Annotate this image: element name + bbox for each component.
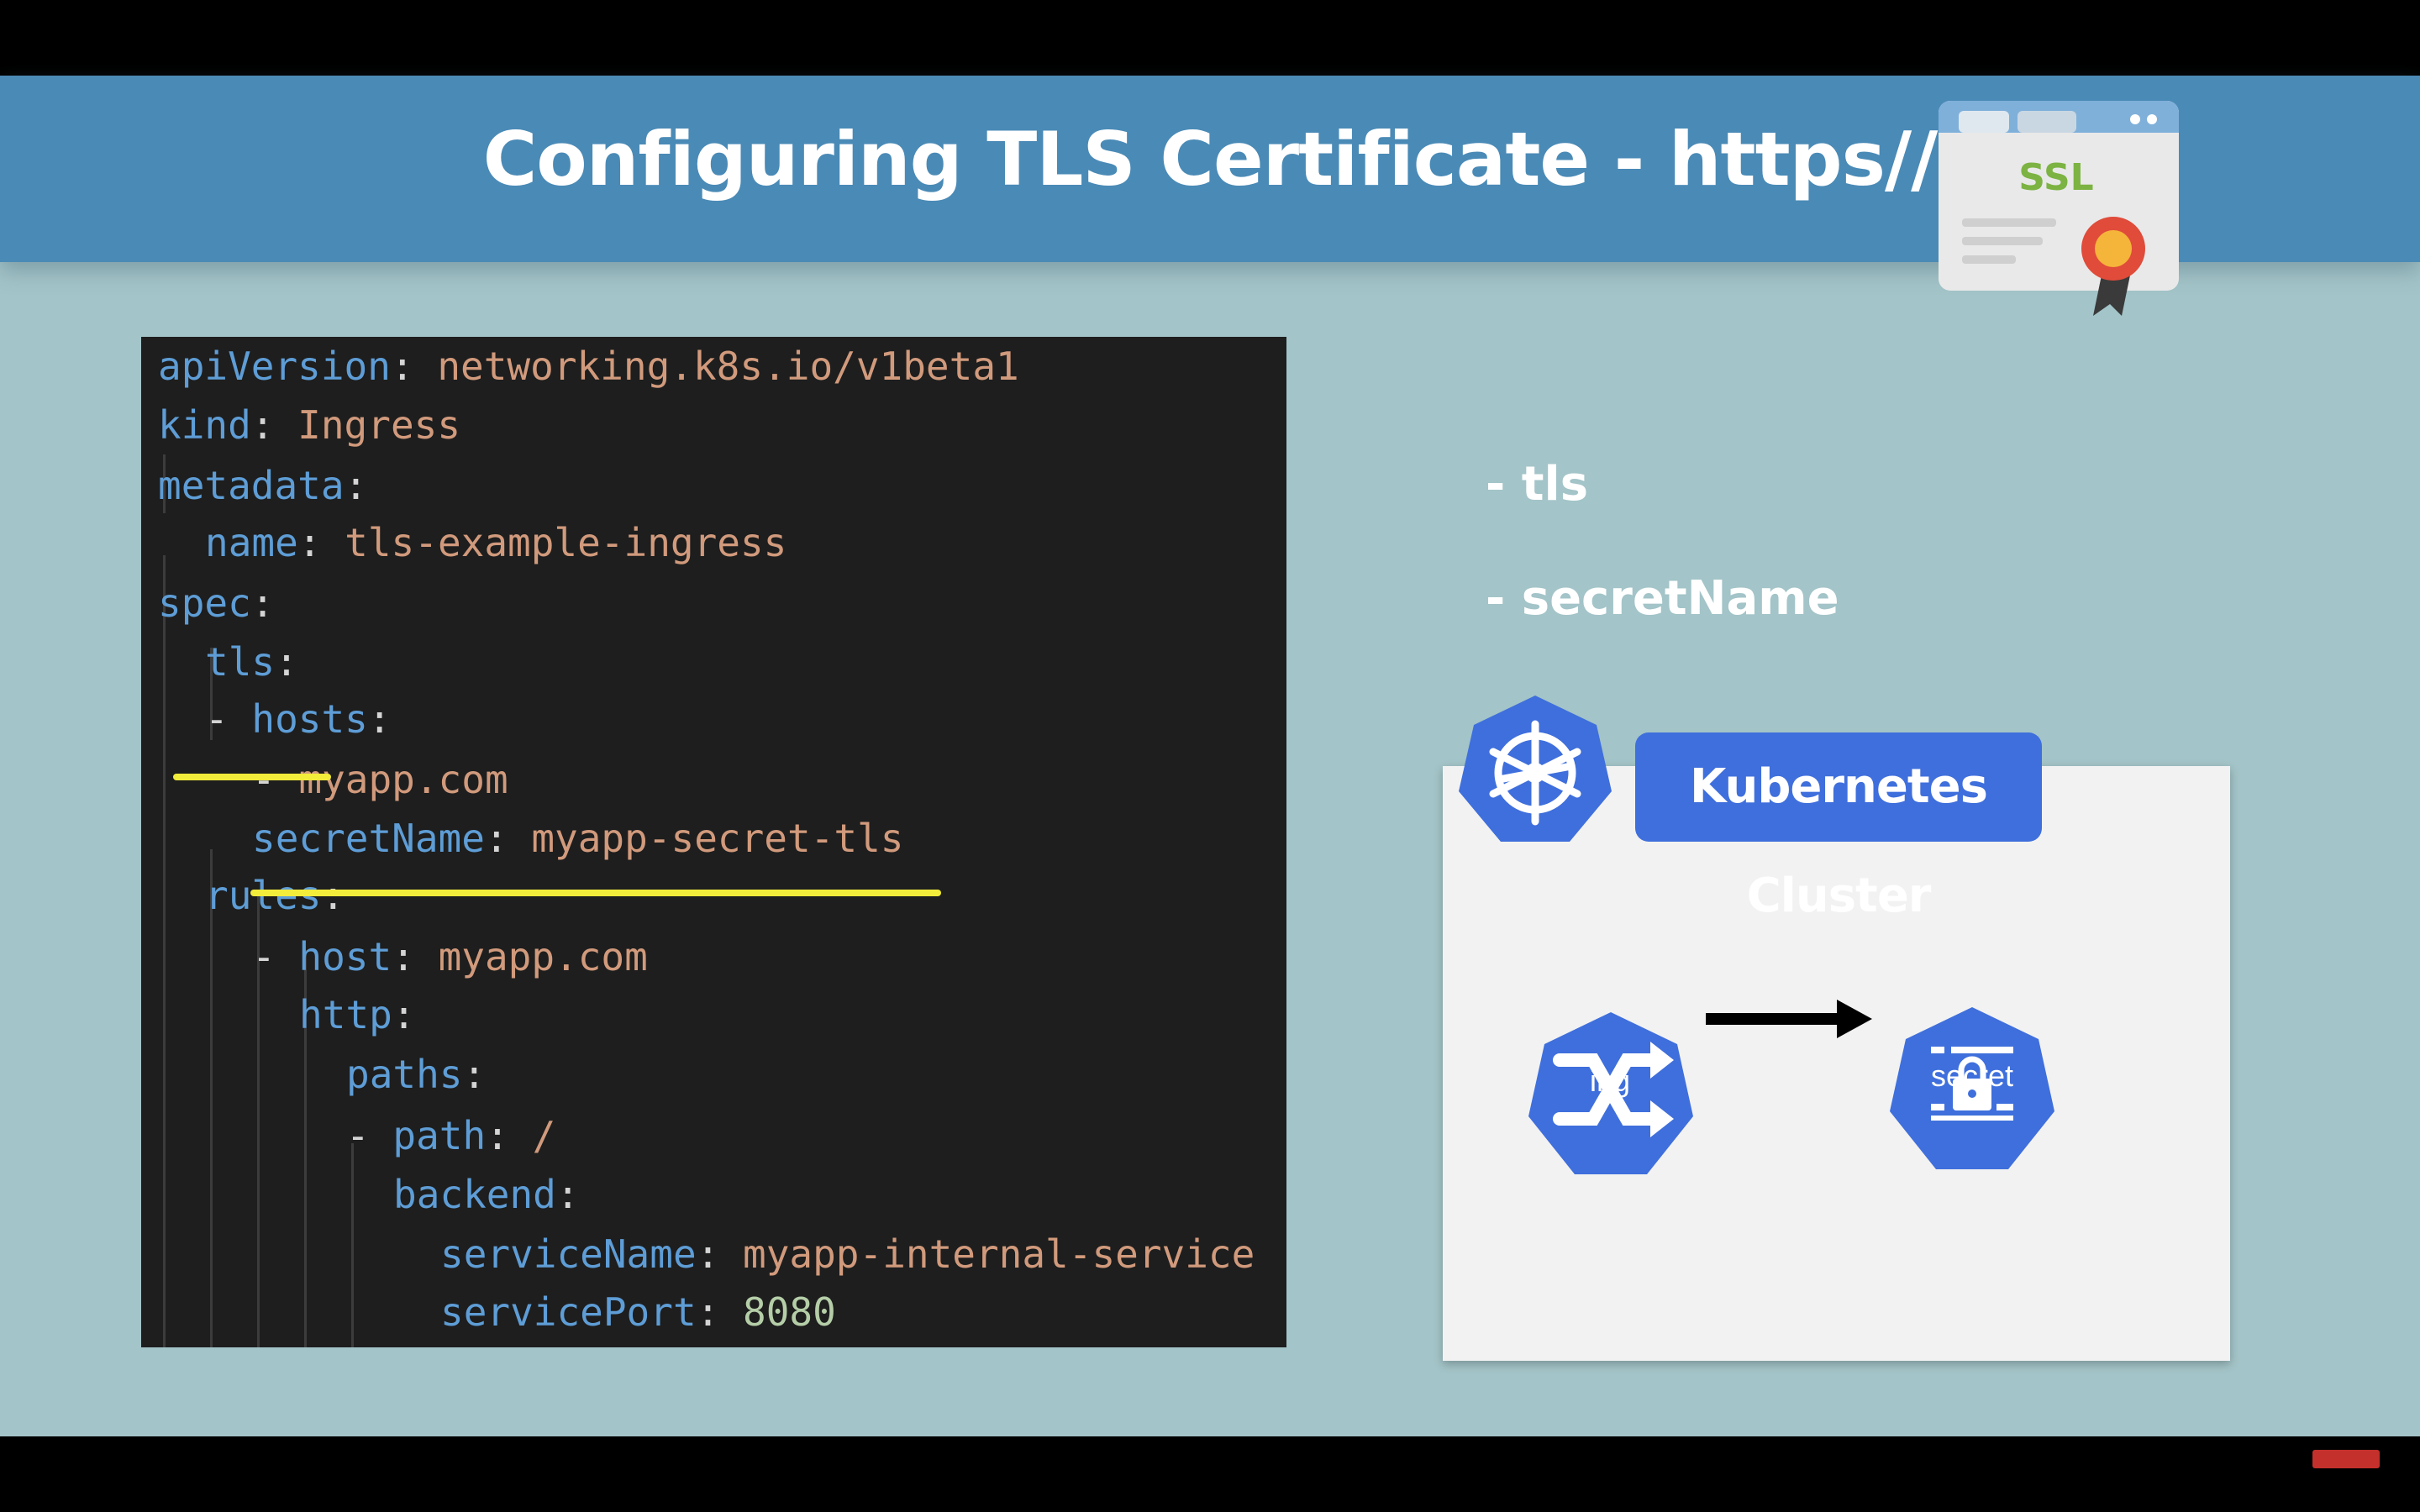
yaml-line: serviceName: myapp-internal-service bbox=[440, 1231, 1255, 1277]
yaml-line: - hosts: bbox=[205, 696, 392, 742]
yaml-line: - path: / bbox=[346, 1113, 556, 1158]
cluster-label: Kubernetes Cluster bbox=[1635, 732, 2042, 923]
arrow-right-icon bbox=[1706, 1000, 1872, 1038]
yaml-line: backend: bbox=[393, 1172, 580, 1217]
secretname-highlight-underline bbox=[250, 890, 941, 896]
tls-highlight-underline bbox=[173, 774, 331, 780]
ingress-label: ing bbox=[1589, 1063, 1631, 1098]
yaml-line: name: tls-example-ingress bbox=[205, 520, 787, 565]
kubernetes-helm-icon bbox=[1459, 696, 1612, 842]
yaml-line: paths: bbox=[346, 1052, 487, 1097]
slide: Configuring TLS Certificate - https// SS… bbox=[0, 76, 2420, 1436]
yaml-line: spec: bbox=[158, 580, 275, 626]
yaml-line: - host: myapp.com bbox=[252, 934, 648, 979]
yaml-line-tls: tls: bbox=[205, 639, 298, 685]
yaml-line: kind: Ingress bbox=[158, 402, 461, 448]
yaml-line: http: bbox=[299, 992, 416, 1037]
yaml-line-secretname: secretName: myapp-secret-tls bbox=[252, 816, 904, 861]
bullet-secretname: - secretName bbox=[1486, 571, 1839, 626]
ssl-certificate-icon: SSL bbox=[1937, 99, 2181, 318]
subscribe-button[interactable] bbox=[2312, 1450, 2380, 1468]
yaml-line: apiVersion: networking.k8s.io/v1beta1 bbox=[158, 344, 1019, 389]
yaml-line: servicePort: 8080 bbox=[440, 1289, 836, 1335]
ssl-badge-text: SSL bbox=[2018, 156, 2093, 199]
bullet-tls: - tls bbox=[1486, 457, 1589, 512]
yaml-line: metadata: bbox=[158, 463, 368, 508]
secret-label: secret bbox=[1930, 1058, 2014, 1093]
yaml-code-panel: apiVersion: networking.k8s.io/v1beta1 ki… bbox=[141, 337, 1286, 1347]
